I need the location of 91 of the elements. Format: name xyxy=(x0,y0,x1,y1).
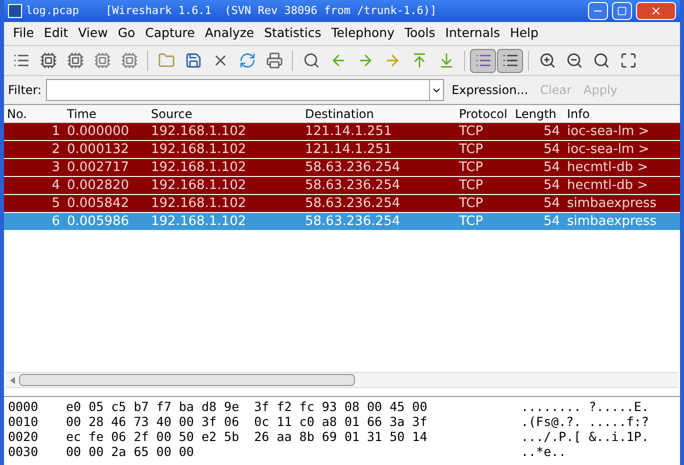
packet-row[interactable]: 4 0.002820 192.168.1.102 58.63.236.254 TCP 54 hecmtl-db > xyxy=(4,177,680,195)
table-cell-text: ioc-sea-lm > xyxy=(566,122,650,141)
table-cell-text: 54 xyxy=(542,122,561,141)
menu-item[interactable]: View xyxy=(73,24,113,43)
table-cell-text: ioc-sea-lm > xyxy=(566,140,650,159)
table-cell-text: 5 xyxy=(50,194,61,213)
table-cell-text: 0.005986 xyxy=(66,212,130,231)
hex-bytes: 00 28 46 73 40 00 3f 06 0c 11 c0 a8 01 66 3a 3f xyxy=(66,414,428,429)
table-cell-text: 3 xyxy=(50,158,61,177)
menu-item[interactable]: Statistics xyxy=(259,24,326,43)
table-cell-text: 192.168.1.102 xyxy=(150,122,248,141)
table-cell-text: 54 xyxy=(542,140,561,159)
window-title: log.pcap [Wireshark 1.6.1 (SVN Rev 38096 from /trunk-1.6)] xyxy=(26,2,438,19)
column-header[interactable]: No. xyxy=(4,104,64,122)
menu-item[interactable]: Analyze xyxy=(200,24,260,43)
table-cell-text: 54 xyxy=(542,212,561,231)
hex-ascii: .(Fs@.?. .....f:? xyxy=(521,414,649,429)
hex-offset: 0020 xyxy=(8,429,40,444)
table-cell-text: 192.168.1.102 xyxy=(150,212,248,231)
table-cell-text: 54 xyxy=(542,158,561,177)
table-cell-text: simbaexpress xyxy=(566,212,658,231)
hex-bytes: 00 00 2a 65 00 00 xyxy=(66,444,195,459)
table-cell-text: 54 xyxy=(542,176,561,195)
horizontal-scrollbar[interactable] xyxy=(6,372,678,388)
column-header[interactable]: Source xyxy=(148,104,302,122)
table-cell-text: simbaexpress xyxy=(566,194,658,213)
maximize-button[interactable] xyxy=(612,2,632,20)
menu-item[interactable]: Tools xyxy=(399,24,440,43)
table-cell-text: 58.63.236.254 xyxy=(304,212,402,231)
table-cell-text: hecmtl-db > xyxy=(566,176,649,195)
table-cell-text: 192.168.1.102 xyxy=(150,140,248,159)
table-cell-text: 0.000000 xyxy=(66,122,130,141)
hex-ascii: ..*e.. xyxy=(521,444,566,459)
packet-row[interactable]: 3 0.002717 192.168.1.102 58.63.236.254 TCP 54 hecmtl-db > xyxy=(4,159,680,177)
menu-item[interactable]: Capture xyxy=(140,24,200,43)
column-header[interactable]: Destination xyxy=(302,104,456,122)
menu-item[interactable]: Edit xyxy=(38,24,74,43)
close-icon xyxy=(650,5,662,17)
table-cell-text: 58.63.236.254 xyxy=(304,176,402,195)
table-cell-text: 0.005842 xyxy=(66,194,130,213)
close-button[interactable] xyxy=(636,2,676,20)
table-cell-text: 58.63.236.254 xyxy=(304,194,402,213)
colorize-list-icon[interactable] xyxy=(470,48,496,72)
menu-item[interactable]: Help xyxy=(504,24,544,43)
minimize-button[interactable] xyxy=(588,2,608,20)
hex-ascii: ........ ?.....E. xyxy=(521,399,649,414)
table-cell-text: 0.002717 xyxy=(66,158,130,177)
table-cell-text: TCP xyxy=(458,158,484,177)
column-header[interactable]: Time xyxy=(64,104,148,122)
hex-bytes: ec fe 06 2f 00 50 e2 5b 26 aa 8b 69 01 31 50 14 xyxy=(66,429,428,444)
table-cell-text: TCP xyxy=(458,122,484,141)
hex-ascii: .../.P.[ &..i.1P. xyxy=(521,429,649,444)
table-cell-text: 192.168.1.102 xyxy=(150,176,248,195)
table-cell-text: 58.63.236.254 xyxy=(304,158,402,177)
table-cell-text: 192.168.1.102 xyxy=(150,194,248,213)
column-header[interactable]: Protocol xyxy=(456,104,512,122)
menu-item[interactable]: File xyxy=(8,24,39,43)
maximize-icon xyxy=(617,6,627,16)
table-cell-text: 192.168.1.102 xyxy=(150,158,248,177)
table-cell-text: 1 xyxy=(50,122,61,141)
table-cell-text: TCP xyxy=(458,176,484,195)
table-cell-text: TCP xyxy=(458,212,484,231)
packet-row[interactable]: 5 0.005842 192.168.1.102 58.63.236.254 TCP 54 simbaexpress xyxy=(4,195,680,213)
table-cell-text: 6 xyxy=(50,212,61,231)
hex-offset: 0000 xyxy=(8,399,40,414)
table-cell-text: 2 xyxy=(50,140,61,159)
filter-button[interactable]: Expression... xyxy=(448,81,532,99)
app-icon xyxy=(8,4,22,18)
packet-row[interactable]: 2 0.000132 192.168.1.102 121.14.1.251 TCP 54 ioc-sea-lm > xyxy=(4,141,680,159)
menu-item[interactable]: Telephony xyxy=(326,24,400,43)
table-cell-text: TCP xyxy=(458,194,484,213)
hex-offset: 0030 xyxy=(8,444,40,459)
table-cell-text: 121.14.1.251 xyxy=(304,140,393,159)
filter-label: Filter: xyxy=(8,82,42,99)
menu-item[interactable]: Internals xyxy=(440,24,505,43)
filter-field[interactable] xyxy=(46,79,444,101)
table-cell-text: hecmtl-db > xyxy=(566,158,649,177)
table-cell-text: 121.14.1.251 xyxy=(304,122,393,141)
column-header[interactable]: Length xyxy=(512,104,564,122)
hex-offset: 0010 xyxy=(8,414,40,429)
column-header[interactable]: Info xyxy=(564,104,680,122)
table-cell-text: 4 xyxy=(50,176,61,195)
packet-row[interactable]: 1 0.000000 192.168.1.102 121.14.1.251 TCP 54 ioc-sea-lm > xyxy=(4,123,680,141)
table-cell-text: TCP xyxy=(458,140,484,159)
table-cell-text: 0.002820 xyxy=(66,176,130,195)
menu-item[interactable]: Go xyxy=(112,24,140,43)
table-cell-text: 54 xyxy=(542,194,561,213)
scroll-thumb[interactable] xyxy=(19,374,355,386)
scroll-left-icon xyxy=(10,376,15,384)
hex-bytes: e0 05 c5 b7 f7 ba d8 9e 3f f2 fc 93 08 00 45 00 xyxy=(66,399,428,414)
table-cell-text: 0.000132 xyxy=(66,140,130,159)
